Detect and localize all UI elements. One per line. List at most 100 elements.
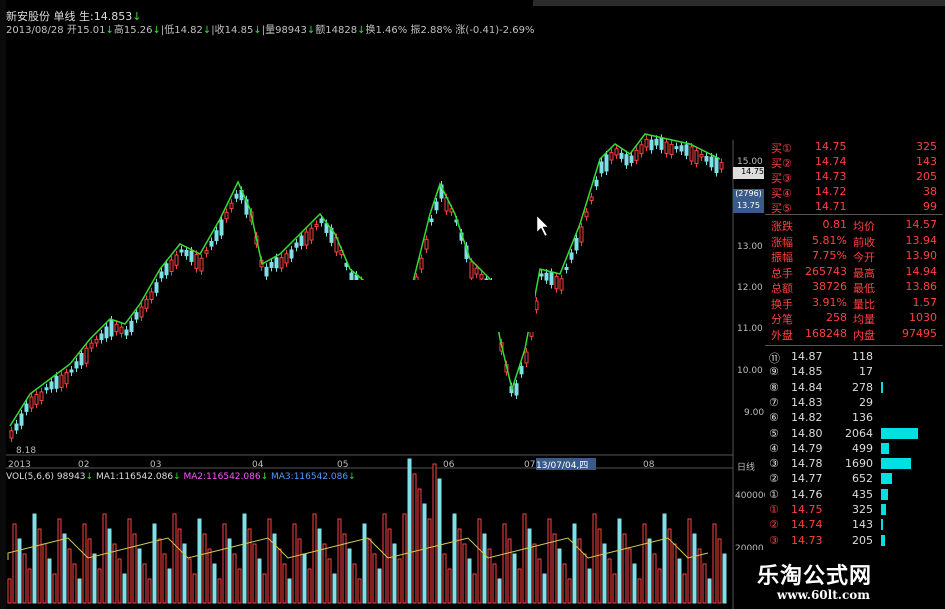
arrow-down-icon: ↓ [253, 25, 262, 36]
quote-panel: 买① 14.75 325 买② 14.74 143 买③ 14.73 205 买④ 14.72 38 买… [765, 138, 945, 550]
candle-body [54, 375, 59, 389]
depth-level-label: ⑨ [769, 365, 779, 379]
candle-body [174, 254, 179, 266]
candle-body [599, 161, 604, 174]
depth-row[interactable]: ① 14.75 325 [765, 503, 943, 517]
candle-body [164, 263, 169, 276]
candle-body [144, 298, 149, 309]
volume-bar [377, 568, 382, 604]
price-axis-label: 15.00 [737, 157, 763, 167]
depth-row[interactable]: ⑤ 14.80 2064 [765, 427, 943, 441]
volume-bar [662, 513, 667, 604]
volume-bar [107, 528, 112, 604]
buy-level-label: 买① [771, 142, 792, 155]
stat-key: 振幅 [771, 251, 793, 264]
volume-bar [87, 538, 92, 604]
low-value: 14.82 [174, 25, 203, 36]
depth-qty: 499 [852, 441, 873, 455]
stat-value: 13.90 [905, 249, 938, 262]
volume-bar [172, 513, 177, 604]
stat-value: 265743 [805, 264, 847, 278]
candle-body [589, 196, 594, 201]
depth-row[interactable]: ③ 14.78 1690 [765, 457, 943, 471]
volume-bar [337, 518, 342, 604]
volume-bar [187, 558, 192, 604]
volume-bar [317, 528, 322, 604]
date-axis-label: 08 [643, 460, 655, 470]
depth-row[interactable]: ⑨ 14.85 17 [765, 365, 943, 379]
depth-bar [881, 519, 883, 531]
volume-bar [142, 563, 147, 604]
candle-body [689, 146, 694, 162]
candle-body [79, 353, 84, 366]
depth-qty: 118 [852, 350, 873, 363]
volume-bar [707, 578, 712, 604]
volume-bar [282, 563, 287, 604]
date-axis-label: 04 [252, 460, 264, 470]
buy-qty: 38 [923, 185, 937, 198]
buy-level-label: 买③ [771, 172, 792, 185]
depth-row[interactable]: ⑪ 14.87 118 [765, 350, 943, 365]
candle-body [49, 381, 54, 390]
depth-price: 14.85 [791, 365, 823, 379]
volume-bar [387, 528, 392, 604]
depth-price: 14.84 [791, 380, 823, 394]
volume-bar [452, 513, 457, 604]
period-label[interactable]: 日线 [737, 460, 755, 473]
low-label: 低 [164, 25, 175, 36]
depth-row[interactable]: ⑧ 14.84 278 [765, 381, 943, 395]
buy-order-row[interactable]: 买① 14.75 325 [765, 140, 943, 155]
volume-bar [217, 578, 222, 604]
candle-body [284, 253, 289, 264]
depth-qty: 143 [852, 518, 873, 532]
ma2-label: MA2: [183, 472, 207, 482]
date-axis-label: 2013 [8, 460, 31, 470]
volume-bar [232, 553, 237, 604]
depth-row[interactable]: ⑥ 14.82 136 [765, 411, 943, 425]
price-axis-label: 9.00 [744, 408, 765, 418]
stat-value: 7.75% [812, 249, 847, 262]
depth-row[interactable]: ⑦ 14.83 29 [765, 396, 943, 410]
buy-order-row[interactable]: 买⑤ 14.71 99 [765, 200, 943, 215]
stat-row: 涨跌 0.81 均价 14.57 [765, 218, 943, 233]
ma1-value: 116542.086 [118, 472, 174, 482]
depth-qty: 1690 [845, 457, 873, 471]
buy-order-row[interactable]: 买④ 14.72 38 [765, 185, 943, 200]
volume-bar [42, 543, 47, 604]
volume-label: 量 [265, 25, 276, 36]
candle-body [189, 250, 194, 262]
open-value: 15.01 [76, 25, 106, 36]
quote-date: 2013/08/28 [6, 25, 64, 36]
depth-row[interactable]: ③ 14.73 205 [765, 534, 943, 548]
depth-row[interactable]: ④ 14.79 499 [765, 442, 943, 456]
candle-body [34, 393, 39, 405]
buy-order-row[interactable]: 买② 14.74 143 [765, 155, 943, 170]
volume-bar [137, 548, 142, 604]
volume-bar [512, 553, 517, 604]
arrow-down-icon: ↓ [348, 472, 356, 482]
stat-row: 涨幅 5.81% 前收 13.94 [765, 234, 943, 249]
depth-row[interactable]: ② 14.74 143 [765, 518, 943, 532]
depth-row[interactable]: ① 14.76 435 [765, 488, 943, 502]
buy-order-row[interactable]: 买③ 14.73 205 [765, 170, 943, 185]
arrow-down-icon: ↓ [152, 25, 161, 36]
volume-bar [562, 563, 567, 604]
vol-indicator-name[interactable]: VOL(5,6,6) [6, 472, 54, 482]
candle-body [539, 273, 544, 277]
depth-row[interactable]: ② 14.77 652 [765, 472, 943, 486]
stat-row: 总额 38726 最低 13.86 [765, 280, 943, 295]
stat-key: 内盘 [853, 328, 875, 342]
candle-body [209, 241, 214, 247]
candle-body [649, 139, 654, 151]
amplitude-label: 振 [410, 25, 421, 36]
volume-bar [557, 548, 562, 604]
volume-bar [467, 558, 472, 604]
candle-body [159, 271, 164, 279]
stat-row: 振幅 7.75% 今开 13.90 [765, 249, 943, 264]
buy-price: 14.73 [815, 170, 847, 183]
depth-price: 14.78 [791, 457, 823, 471]
volume-bar [517, 568, 522, 604]
candle-body [684, 144, 689, 156]
depth-bar [881, 534, 885, 546]
depth-qty: 17 [859, 365, 873, 379]
